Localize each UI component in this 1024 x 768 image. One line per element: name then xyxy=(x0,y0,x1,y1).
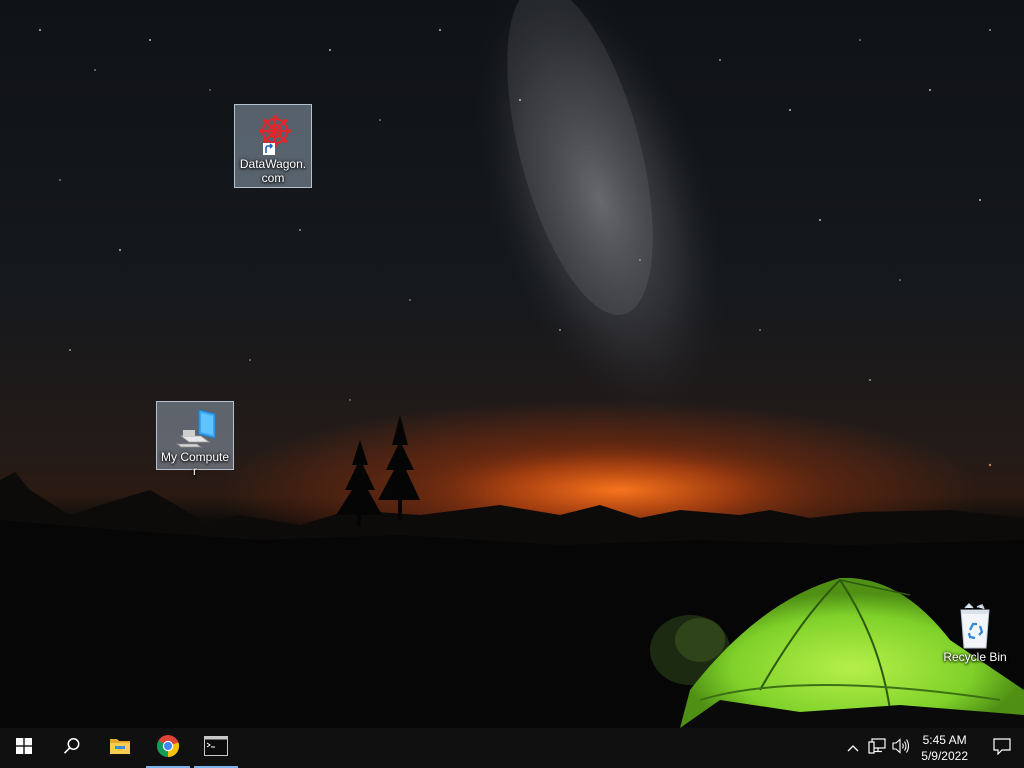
desktop-icon-recycle-bin[interactable]: Recycle Bin xyxy=(937,598,1013,668)
desktop-icon-label: My Computer xyxy=(160,450,230,478)
chevron-up-icon xyxy=(847,739,859,757)
desktop-icon-my-computer[interactable]: My Computer xyxy=(156,401,234,478)
clock-time: 5:45 AM xyxy=(922,733,967,747)
volume-icon xyxy=(892,737,910,759)
clock-button[interactable]: 5:45 AM 5/9/2022 xyxy=(913,732,980,764)
desktop-icon-datawagon[interactable]: DataWagon.com xyxy=(234,104,312,188)
action-center-button[interactable] xyxy=(980,728,1024,768)
windows-start-icon xyxy=(16,737,32,759)
network-icon xyxy=(868,737,886,759)
search-button[interactable] xyxy=(48,728,96,768)
file-explorer-button[interactable] xyxy=(96,728,144,768)
clock-date: 5/9/2022 xyxy=(921,749,968,763)
start-button[interactable] xyxy=(0,728,48,768)
network-button[interactable] xyxy=(865,728,889,768)
chrome-button[interactable] xyxy=(144,728,192,768)
system-tray: 5:45 AM 5/9/2022 xyxy=(841,728,1024,768)
desktop-icon-label: Recycle Bin xyxy=(943,650,1007,664)
recycle-bin-icon xyxy=(951,602,999,650)
volume-button[interactable] xyxy=(889,728,913,768)
datawagon-shortcut-icon xyxy=(249,109,297,157)
command-prompt-icon xyxy=(204,735,228,761)
search-icon xyxy=(63,737,81,760)
show-hidden-icons-button[interactable] xyxy=(841,728,865,768)
desktop-icon-label: DataWagon.com xyxy=(239,157,307,185)
chrome-icon xyxy=(156,734,180,763)
command-prompt-button[interactable] xyxy=(192,728,240,768)
action-center-icon xyxy=(993,737,1011,760)
file-explorer-icon xyxy=(109,736,131,761)
taskbar: 5:45 AM 5/9/2022 xyxy=(0,728,1024,768)
wallpaper xyxy=(0,0,1024,728)
computer-icon xyxy=(171,406,219,450)
desktop[interactable]: DataWagon.com My Computer Recycle Bin xyxy=(0,0,1024,728)
